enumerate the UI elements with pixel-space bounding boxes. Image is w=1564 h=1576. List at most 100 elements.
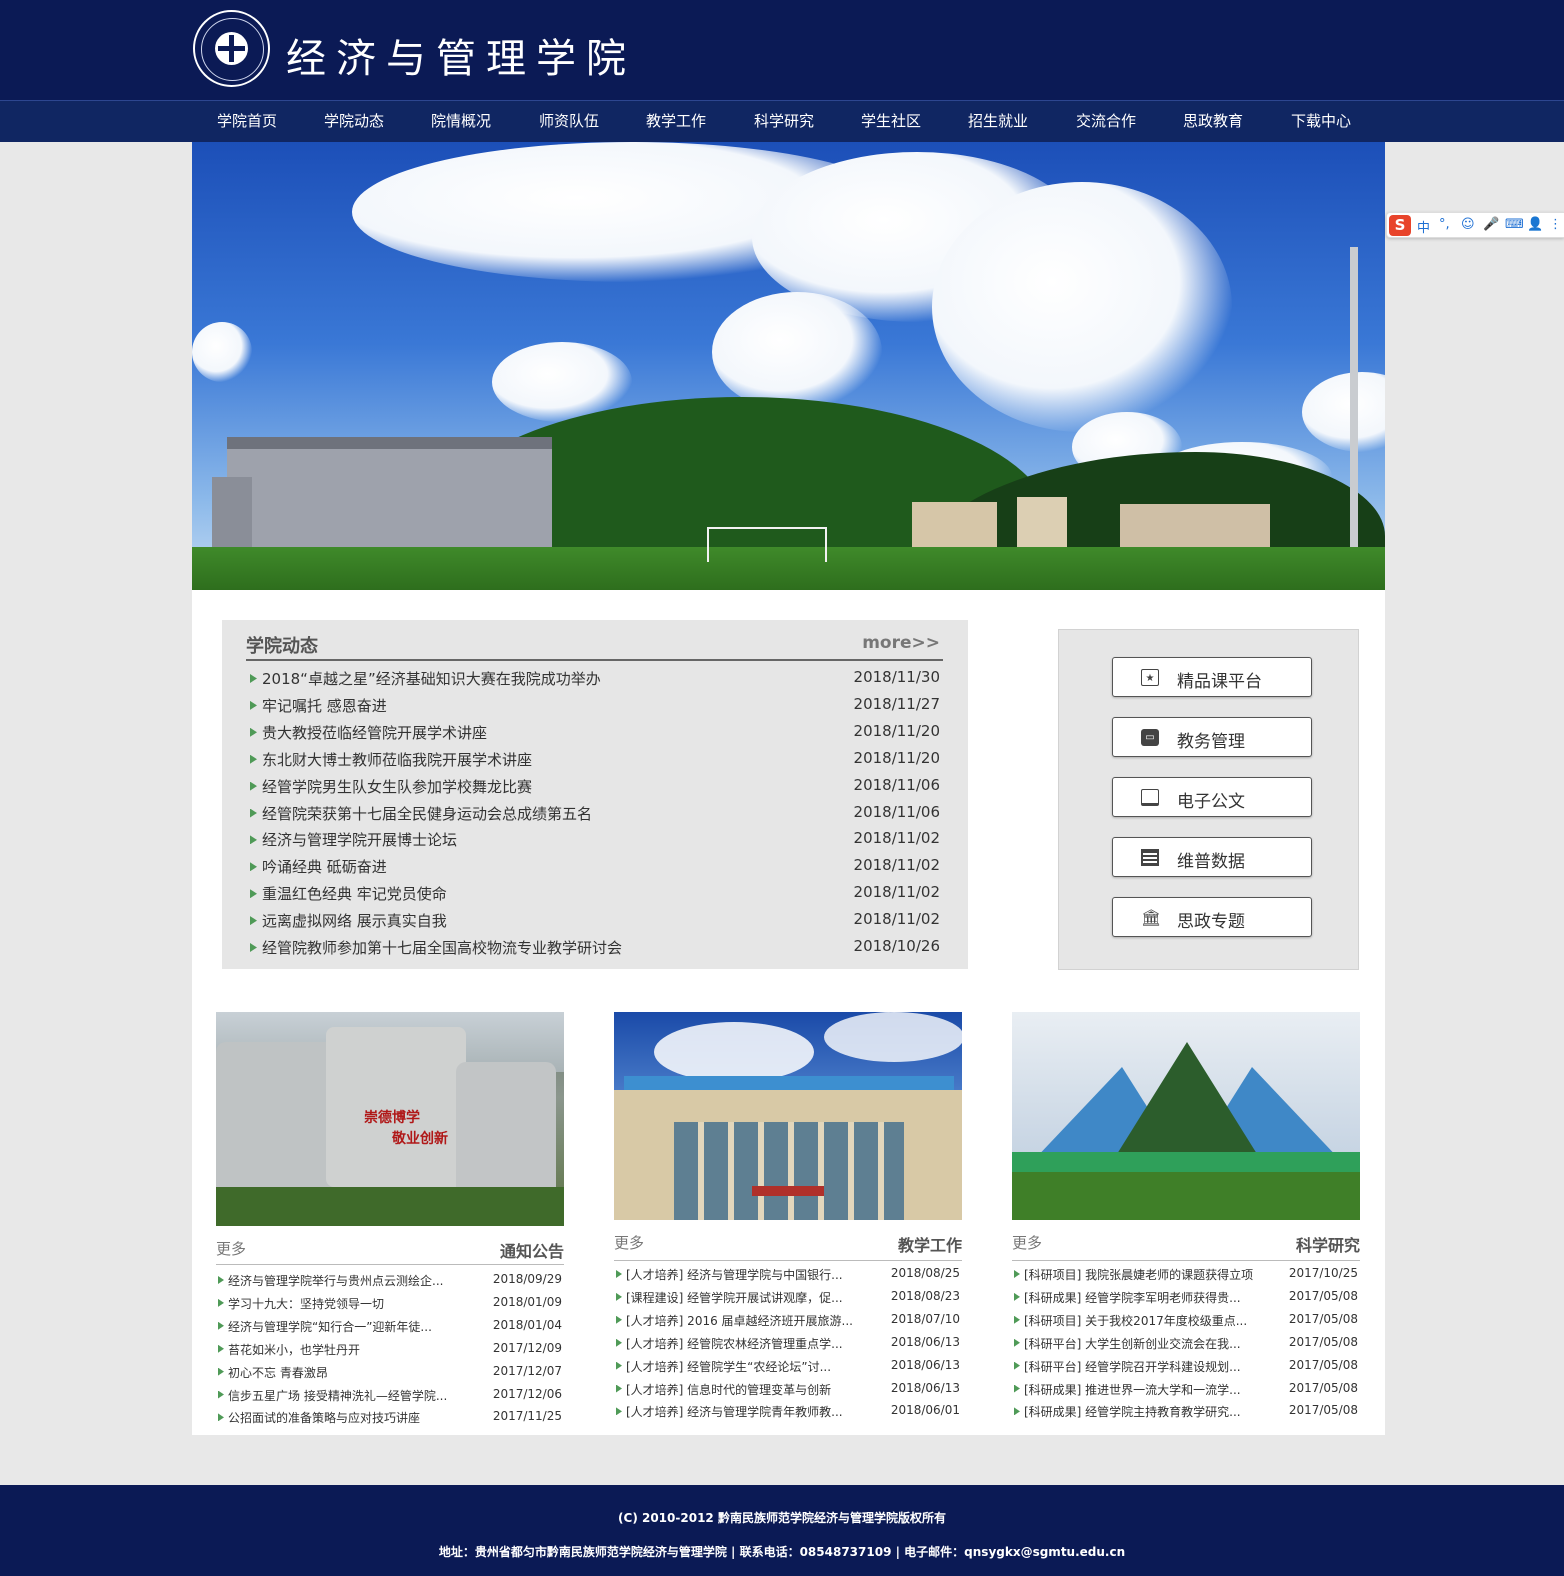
notice-item[interactable]: 苔花如米小，也学牡丹开 2017/12/09 bbox=[218, 1341, 562, 1359]
news-item-date: 2018/11/02 bbox=[853, 856, 940, 875]
nav-item-ideology-education[interactable]: 思政教育 bbox=[1183, 101, 1243, 142]
news-item[interactable]: 经管院荣获第十七届全民健身运动会总成绩第五名 2018/11/06 bbox=[250, 803, 940, 825]
notice-item-title[interactable]: 初心不忘 青春激昂 bbox=[218, 1364, 480, 1381]
news-item-title[interactable]: 2018“卓越之星”经济基础知识大赛在我院成功举办 bbox=[250, 668, 601, 689]
research-item-title[interactable]: [科研平台] 大学生创新创业交流会在我... bbox=[1014, 1335, 1280, 1352]
news-item[interactable]: 2018“卓越之星”经济基础知识大赛在我院成功举办 2018/11/30 bbox=[250, 668, 940, 690]
news-item-title[interactable]: 吟诵经典 砥砺奋进 bbox=[250, 856, 387, 877]
teaching-building-photo[interactable] bbox=[614, 1012, 962, 1220]
notice-item[interactable]: 学习十九大：坚持党领导一切 2018/01/09 bbox=[218, 1295, 562, 1313]
research-item[interactable]: [科研成果] 经管学院李军明老师获得贵... 2017/05/08 bbox=[1014, 1289, 1358, 1307]
microphone-icon[interactable]: 🎤 bbox=[1483, 217, 1499, 232]
quick-link-vip-database[interactable]: 维普数据 bbox=[1112, 837, 1312, 877]
news-item-title[interactable]: 重温红色经典 牢记党员使命 bbox=[250, 883, 447, 904]
bullet-arrow-icon bbox=[616, 1361, 622, 1370]
news-item[interactable]: 经管院教师参加第十七届全国高校物流专业教学研讨会 2018/10/26 bbox=[250, 937, 940, 959]
news-item[interactable]: 贵大教授莅临经管院开展学术讲座 2018/11/20 bbox=[250, 722, 940, 744]
news-more-link[interactable]: more>> bbox=[862, 633, 940, 653]
research-item[interactable]: [科研项目] 关于我校2017年度校级重点... 2017/05/08 bbox=[1014, 1312, 1358, 1330]
nav-item-admission-employment[interactable]: 招生就业 bbox=[968, 101, 1028, 142]
notice-item[interactable]: 信步五星广场 接受精神洗礼—经管学院... 2017/12/06 bbox=[218, 1387, 562, 1405]
news-item[interactable]: 牢记嘱托 感恩奋进 2018/11/27 bbox=[250, 695, 940, 717]
quick-link-course-platform[interactable]: ★ 精品课平台 bbox=[1112, 657, 1312, 697]
news-item[interactable]: 吟诵经典 砥砺奋进 2018/11/02 bbox=[250, 856, 940, 878]
news-item[interactable]: 东北财大博士教师莅临我院开展学术讲座 2018/11/20 bbox=[250, 749, 940, 771]
nav-item-downloads[interactable]: 下载中心 bbox=[1291, 101, 1351, 142]
campus-banner-image bbox=[192, 142, 1385, 590]
teaching-item[interactable]: [人才培养] 信息时代的管理变革与创新 2018/06/13 bbox=[616, 1381, 960, 1399]
research-item[interactable]: [科研成果] 推进世界一流大学和一流学... 2017/05/08 bbox=[1014, 1381, 1358, 1399]
teaching-item-title[interactable]: [课程建设] 经管学院开展试讲观摩，促... bbox=[616, 1289, 878, 1306]
notice-item-title[interactable]: 信步五星广场 接受精神洗礼—经管学院... bbox=[218, 1387, 480, 1404]
notice-item[interactable]: 经济与管理学院举行与贵州点云测绘企... 2018/09/29 bbox=[218, 1272, 562, 1290]
teaching-item[interactable]: [人才培养] 经管院学生“农经论坛”讨... 2018/06/13 bbox=[616, 1358, 960, 1376]
quick-link-academic-affairs[interactable]: ▭ 教务管理 bbox=[1112, 717, 1312, 757]
research-item-title[interactable]: [科研项目] 关于我校2017年度校级重点... bbox=[1014, 1312, 1280, 1329]
news-item-title[interactable]: 远离虚拟网络 展示真实自我 bbox=[250, 910, 447, 931]
notice-item-title[interactable]: 经济与管理学院举行与贵州点云测绘企... bbox=[218, 1272, 480, 1289]
college-emblem-logo[interactable] bbox=[193, 10, 270, 87]
news-item-title[interactable]: 经管院荣获第十七届全民健身运动会总成绩第五名 bbox=[250, 803, 592, 824]
nav-item-home[interactable]: 学院首页 bbox=[217, 101, 277, 142]
teaching-item-title[interactable]: [人才培养] 2016 届卓越经济班开展旅游... bbox=[616, 1312, 878, 1329]
punctuation-icon[interactable]: °, bbox=[1439, 217, 1450, 232]
notices-more-link[interactable]: 更多 bbox=[216, 1238, 246, 1259]
notice-item[interactable]: 公招面试的准备策略与应对技巧讲座 2017/11/25 bbox=[218, 1409, 562, 1427]
teaching-item[interactable]: [人才培养] 经济与管理学院与中国银行... 2018/08/25 bbox=[616, 1266, 960, 1284]
news-item-title[interactable]: 经济与管理学院开展博士论坛 bbox=[250, 829, 457, 850]
research-item-title[interactable]: [科研成果] 经管学院李军明老师获得贵... bbox=[1014, 1289, 1280, 1306]
notice-item[interactable]: 经济与管理学院“知行合一”迎新年徒... 2018/01/04 bbox=[218, 1318, 562, 1336]
news-item[interactable]: 经管学院男生队女生队参加学校舞龙比赛 2018/11/06 bbox=[250, 776, 940, 798]
teaching-item-title[interactable]: [人才培养] 信息时代的管理变革与创新 bbox=[616, 1381, 878, 1398]
research-item-title[interactable]: [科研项目] 我院张晨婕老师的课题获得立项 bbox=[1014, 1266, 1280, 1283]
nav-item-research[interactable]: 科学研究 bbox=[754, 101, 814, 142]
teaching-item[interactable]: [人才培养] 经济与管理学院青年教师教... 2018/06/01 bbox=[616, 1403, 960, 1421]
teaching-more-link[interactable]: 更多 bbox=[614, 1232, 644, 1253]
research-item[interactable]: [科研平台] 大学生创新创业交流会在我... 2017/05/08 bbox=[1014, 1335, 1358, 1353]
sogou-logo-icon[interactable]: S bbox=[1389, 215, 1411, 236]
teaching-item-title[interactable]: [人才培养] 经管院农林经济管理重点学... bbox=[616, 1335, 878, 1352]
nav-item-overview[interactable]: 院情概况 bbox=[431, 101, 491, 142]
keyboard-icon[interactable]: ⌨ bbox=[1505, 217, 1524, 232]
research-item-title[interactable]: [科研成果] 推进世界一流大学和一流学... bbox=[1014, 1381, 1280, 1398]
teaching-item-title[interactable]: [人才培养] 经济与管理学院青年教师教... bbox=[616, 1403, 878, 1420]
more-icon[interactable]: ⋮ bbox=[1549, 217, 1562, 232]
nav-item-news[interactable]: 学院动态 bbox=[324, 101, 384, 142]
user-icon[interactable]: 👤 bbox=[1527, 217, 1543, 232]
notice-item[interactable]: 初心不忘 青春激昂 2017/12/07 bbox=[218, 1364, 562, 1382]
emoji-icon[interactable]: ☺ bbox=[1461, 217, 1475, 232]
nav-item-student-community[interactable]: 学生社区 bbox=[861, 101, 921, 142]
nav-item-exchange[interactable]: 交流合作 bbox=[1076, 101, 1136, 142]
notice-item-title[interactable]: 学习十九大：坚持党领导一切 bbox=[218, 1295, 480, 1312]
teaching-item[interactable]: [课程建设] 经管学院开展试讲观摩，促... 2018/08/23 bbox=[616, 1289, 960, 1307]
teaching-item[interactable]: [人才培养] 经管院农林经济管理重点学... 2018/06/13 bbox=[616, 1335, 960, 1353]
nav-item-teaching[interactable]: 教学工作 bbox=[646, 101, 706, 142]
news-item-title[interactable]: 经管学院男生队女生队参加学校舞龙比赛 bbox=[250, 776, 532, 797]
news-item-title[interactable]: 牢记嘱托 感恩奋进 bbox=[250, 695, 387, 716]
stadium-photo[interactable] bbox=[1012, 1012, 1360, 1220]
research-item[interactable]: [科研项目] 我院张晨婕老师的课题获得立项 2017/10/25 bbox=[1014, 1266, 1358, 1284]
research-more-link[interactable]: 更多 bbox=[1012, 1232, 1042, 1253]
news-item[interactable]: 远离虚拟网络 展示真实自我 2018/11/02 bbox=[250, 910, 940, 932]
news-item-title[interactable]: 东北财大博士教师莅临我院开展学术讲座 bbox=[250, 749, 532, 770]
news-item-title[interactable]: 贵大教授莅临经管院开展学术讲座 bbox=[250, 722, 487, 743]
quick-link-ideology-topic[interactable]: 🏛 思政专题 bbox=[1112, 897, 1312, 937]
motto-rock-photo[interactable]: 崇德博学 敬业创新 bbox=[216, 1012, 564, 1226]
notice-item-title[interactable]: 公招面试的准备策略与应对技巧讲座 bbox=[218, 1409, 480, 1426]
teaching-item[interactable]: [人才培养] 2016 届卓越经济班开展旅游... 2018/07/10 bbox=[616, 1312, 960, 1330]
news-item[interactable]: 经济与管理学院开展博士论坛 2018/11/02 bbox=[250, 829, 940, 851]
teaching-item-title[interactable]: [人才培养] 经管院学生“农经论坛”讨... bbox=[616, 1358, 878, 1375]
quick-link-electronic-documents[interactable]: 电子公文 bbox=[1112, 777, 1312, 817]
research-item[interactable]: [科研平台] 经管学院召开学科建设规划... 2017/05/08 bbox=[1014, 1358, 1358, 1376]
notice-item-title[interactable]: 经济与管理学院“知行合一”迎新年徒... bbox=[218, 1318, 480, 1335]
teaching-item-title[interactable]: [人才培养] 经济与管理学院与中国银行... bbox=[616, 1266, 878, 1283]
news-item[interactable]: 重温红色经典 牢记党员使命 2018/11/02 bbox=[250, 883, 940, 905]
chinese-mode-icon[interactable]: 中 bbox=[1417, 217, 1430, 236]
research-item-title[interactable]: [科研平台] 经管学院召开学科建设规划... bbox=[1014, 1358, 1280, 1375]
news-item-title[interactable]: 经管院教师参加第十七届全国高校物流专业教学研讨会 bbox=[250, 937, 622, 958]
research-item-date: 2017/05/08 bbox=[1288, 1334, 1358, 1349]
nav-item-faculty[interactable]: 师资队伍 bbox=[539, 101, 599, 142]
notice-item-title[interactable]: 苔花如米小，也学牡丹开 bbox=[218, 1341, 480, 1358]
research-item-title[interactable]: [科研成果] 经管学院主持教育教学研究... bbox=[1014, 1403, 1280, 1420]
research-item[interactable]: [科研成果] 经管学院主持教育教学研究... 2017/05/08 bbox=[1014, 1403, 1358, 1421]
